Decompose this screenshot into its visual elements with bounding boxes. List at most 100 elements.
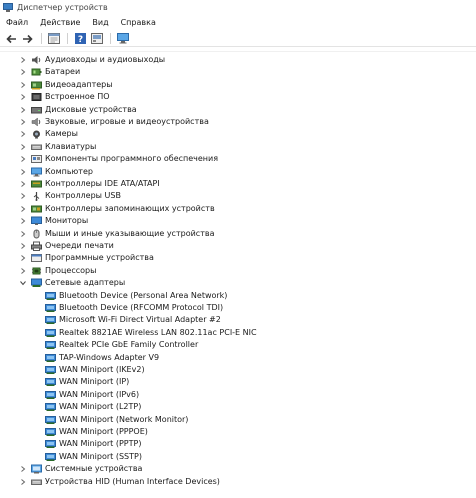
tree-category[interactable]: Батареи bbox=[0, 66, 476, 78]
back-button[interactable] bbox=[4, 33, 18, 45]
tree-item-label: Аудиовходы и аудиовыходы bbox=[45, 55, 166, 64]
chevron-right-icon[interactable] bbox=[19, 240, 27, 252]
menu-bar: Файл Действие Вид Справка bbox=[0, 15, 476, 29]
tree-item-label: Батареи bbox=[45, 67, 81, 77]
tree-category[interactable]: Системные устройства bbox=[0, 463, 476, 475]
chevron-right-icon[interactable] bbox=[19, 215, 27, 227]
tree-category[interactable]: Контроллеры запоминающих устройств bbox=[0, 203, 476, 215]
tree-item-label: Realtek 8821AE Wireless LAN 802.11ac PCI… bbox=[59, 327, 257, 337]
tree-category[interactable]: Мыши и иные указывающие устройства bbox=[0, 228, 476, 240]
tree-category-network-adapters[interactable]: Сетевые адаптеры bbox=[0, 277, 476, 289]
chevron-right-icon[interactable] bbox=[19, 228, 27, 240]
tree-device[interactable]: WAN Miniport (PPTP) bbox=[0, 438, 476, 450]
tree-item-label: Контроллеры запоминающих устройств bbox=[45, 203, 215, 213]
device-tree[interactable]: Аудиовходы и аудиовыходы Батареи Видеоадап… bbox=[0, 51, 476, 498]
chevron-right-icon[interactable] bbox=[19, 178, 27, 190]
tree-category[interactable]: Камеры bbox=[0, 128, 476, 140]
chevron-right-icon[interactable] bbox=[19, 54, 27, 66]
tree-item-label: Очереди печати bbox=[45, 241, 114, 250]
tree-category[interactable]: Очереди печати bbox=[0, 240, 476, 252]
chevron-right-icon[interactable] bbox=[19, 476, 27, 488]
tree-device[interactable]: WAN Miniport (PPPOE) bbox=[0, 426, 476, 438]
tree-category[interactable]: Мониторы bbox=[0, 215, 476, 227]
tree-category[interactable]: Видеоадаптеры bbox=[0, 79, 476, 91]
chevron-right-icon[interactable] bbox=[19, 66, 27, 78]
software-component-icon bbox=[31, 154, 42, 164]
toolbar: ? bbox=[0, 31, 476, 47]
tree-category[interactable]: Программные устройства bbox=[0, 252, 476, 264]
chevron-down-icon[interactable] bbox=[19, 277, 27, 289]
software-device-icon bbox=[31, 253, 42, 263]
tree-item-label: WAN Miniport (Network Monitor) bbox=[59, 414, 189, 424]
tree-item-label: WAN Miniport (IKEv2) bbox=[59, 365, 145, 374]
tree-device[interactable]: WAN Miniport (IP) bbox=[0, 376, 476, 388]
tree-device[interactable]: WAN Miniport (Network Monitor) bbox=[0, 414, 476, 426]
tree-device[interactable]: Microsoft Wi-Fi Direct Virtual Adapter #… bbox=[0, 314, 476, 326]
tree-category[interactable]: Компоненты программного обеспечения bbox=[0, 153, 476, 165]
battery-icon bbox=[31, 67, 42, 77]
tree-category[interactable]: Компьютер bbox=[0, 166, 476, 178]
tree-device[interactable]: WAN Miniport (IPv6) bbox=[0, 389, 476, 401]
tree-device[interactable]: WAN Miniport (IKEv2) bbox=[0, 364, 476, 376]
menu-action[interactable]: Действие bbox=[40, 18, 80, 27]
tree-device[interactable]: Bluetooth Device (Personal Area Network) bbox=[0, 290, 476, 302]
update-driver-button[interactable] bbox=[90, 33, 104, 45]
display-adapter-icon bbox=[31, 80, 42, 90]
device-manager-icon bbox=[3, 2, 13, 12]
chevron-right-icon[interactable] bbox=[19, 91, 27, 103]
tree-category[interactable]: Дисковые устройства bbox=[0, 104, 476, 116]
tree-item-label: Компоненты программного обеспечения bbox=[45, 154, 219, 164]
tree-category[interactable]: Устройства HID (Human Interface Devices) bbox=[0, 476, 476, 488]
system-device-icon bbox=[31, 464, 42, 474]
chevron-right-icon[interactable] bbox=[19, 141, 27, 153]
sound-icon bbox=[31, 117, 42, 127]
tree-item-label: Видеоадаптеры bbox=[45, 79, 113, 89]
tree-category[interactable]: Процессоры bbox=[0, 265, 476, 277]
tree-category[interactable]: Встроенное ПО bbox=[0, 91, 476, 103]
tree-category[interactable]: Звуковые, игровые и видеоустройства bbox=[0, 116, 476, 128]
tree-category[interactable]: Контроллеры IDE ATA/ATAPI bbox=[0, 178, 476, 190]
monitor-icon bbox=[31, 216, 42, 226]
tree-category[interactable]: Клавиатуры bbox=[0, 141, 476, 153]
menu-view[interactable]: Вид bbox=[92, 18, 108, 27]
chevron-right-icon[interactable] bbox=[19, 116, 27, 128]
scan-hardware-button[interactable] bbox=[116, 33, 130, 45]
tree-device[interactable]: TAP-Windows Adapter V9 bbox=[0, 352, 476, 364]
chevron-right-icon[interactable] bbox=[19, 104, 27, 116]
properties-icon bbox=[48, 33, 60, 44]
tree-device[interactable]: Realtek PCIe GbE Family Controller bbox=[0, 339, 476, 351]
chevron-right-icon[interactable] bbox=[19, 252, 27, 264]
chevron-right-icon[interactable] bbox=[19, 166, 27, 178]
tree-device[interactable]: WAN Miniport (L2TP) bbox=[0, 401, 476, 413]
tree-category[interactable]: Аудиовходы и аудиовыходы bbox=[0, 54, 476, 66]
net-device-icon bbox=[45, 439, 56, 449]
chevron-right-icon[interactable] bbox=[19, 190, 27, 202]
forward-button[interactable] bbox=[21, 33, 35, 45]
help-button[interactable]: ? bbox=[73, 33, 87, 45]
chevron-right-icon[interactable] bbox=[19, 203, 27, 215]
network-adapter-icon bbox=[31, 278, 42, 288]
tree-device[interactable]: Bluetooth Device (RFCOMM Protocol TDI) bbox=[0, 302, 476, 314]
chevron-right-icon[interactable] bbox=[19, 265, 27, 277]
menu-help[interactable]: Справка bbox=[121, 18, 156, 27]
chevron-right-icon[interactable] bbox=[19, 153, 27, 165]
storage-controller-icon bbox=[31, 204, 42, 214]
scan-hardware-icon bbox=[116, 33, 129, 44]
forward-arrow-icon bbox=[23, 34, 33, 43]
chevron-right-icon[interactable] bbox=[19, 463, 27, 475]
chevron-right-icon[interactable] bbox=[19, 79, 27, 91]
menu-file[interactable]: Файл bbox=[6, 18, 28, 27]
net-device-icon bbox=[45, 353, 56, 363]
tree-item-label: Realtek PCIe GbE Family Controller bbox=[59, 340, 199, 350]
chevron-right-icon[interactable] bbox=[19, 128, 27, 140]
tree-device[interactable]: WAN Miniport (SSTP) bbox=[0, 451, 476, 463]
tree-category[interactable]: Контроллеры USB bbox=[0, 190, 476, 202]
properties-button[interactable] bbox=[47, 33, 61, 45]
tree-device[interactable]: Realtek 8821AE Wireless LAN 802.11ac PCI… bbox=[0, 327, 476, 339]
